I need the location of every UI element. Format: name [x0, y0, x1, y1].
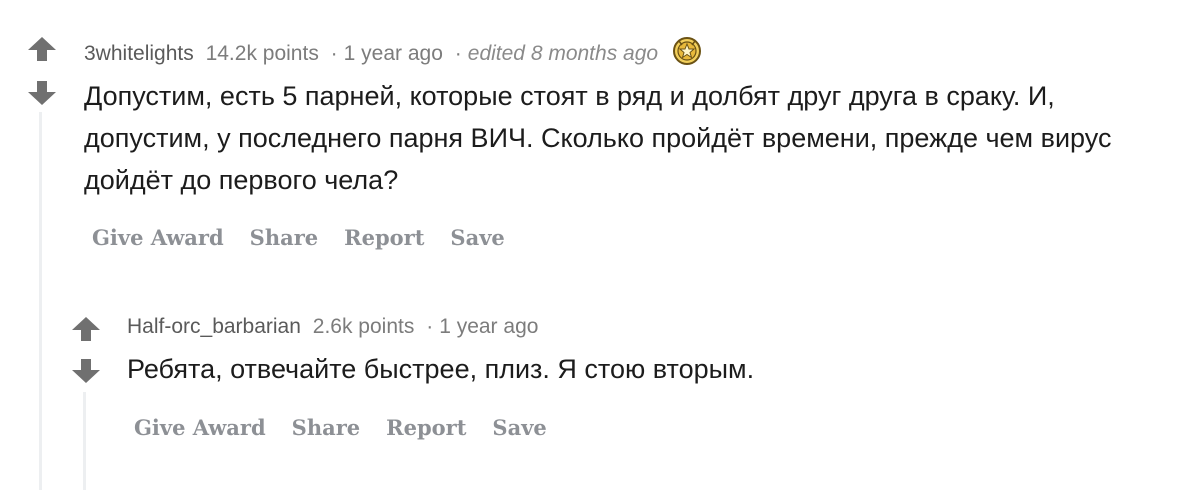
meta-separator: ·: [454, 42, 462, 65]
gold-star-award-icon[interactable]: [672, 36, 702, 73]
comment-actions: Give Award Share Report Save: [92, 225, 531, 250]
downvote-arrow-icon[interactable]: [27, 80, 57, 106]
comment-meta: 3whitelights 14.2k points · 1 year ago · e…: [84, 36, 702, 73]
downvote-arrow-icon[interactable]: [71, 358, 101, 384]
comment-points: 2.6k points: [312, 315, 415, 338]
report-button[interactable]: Report: [386, 415, 466, 440]
comment-meta: Half-orc_barbarian 2.6k points · 1 year a…: [127, 314, 538, 340]
upvote-arrow-icon[interactable]: [27, 36, 57, 62]
comment-points: 14.2k points: [205, 42, 319, 65]
comment-time[interactable]: 1 year ago: [439, 315, 538, 338]
reply-thread-line[interactable]: [83, 392, 86, 490]
comment-edited: edited 8 months ago: [467, 42, 659, 65]
comment-body: Ребята, отвечайте быстрее, плиз. Я стою …: [127, 354, 755, 384]
give-award-button[interactable]: Give Award: [134, 415, 266, 440]
comment-time[interactable]: 1 year ago: [344, 42, 443, 65]
comment-body: Допустим, есть 5 парней, которые стоят в…: [84, 81, 1112, 195]
upvote-arrow-icon[interactable]: [71, 316, 101, 342]
comment-actions: Give Award Share Report Save: [134, 415, 573, 440]
save-button[interactable]: Save: [492, 415, 546, 440]
comment-author[interactable]: 3whitelights: [84, 42, 194, 65]
report-button[interactable]: Report: [344, 225, 424, 250]
give-award-button[interactable]: Give Award: [92, 225, 224, 250]
share-button[interactable]: Share: [292, 415, 360, 440]
comment-author[interactable]: Half-orc_barbarian: [127, 315, 301, 338]
meta-separator: ·: [426, 315, 434, 338]
share-button[interactable]: Share: [250, 225, 318, 250]
comment-thread-line[interactable]: [39, 112, 42, 490]
meta-separator: ·: [330, 42, 338, 65]
save-button[interactable]: Save: [450, 225, 504, 250]
